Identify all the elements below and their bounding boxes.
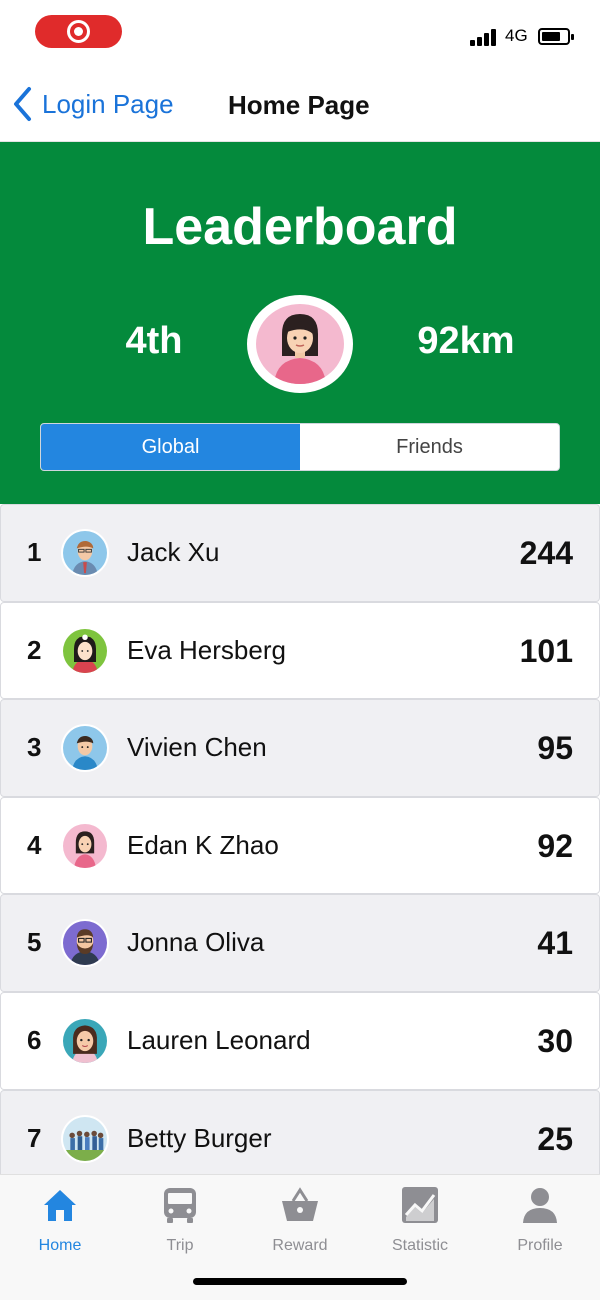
row-name: Jonna Oliva — [127, 927, 265, 958]
tab-label: Home — [38, 1237, 82, 1254]
app-screen: 4G Login Page Home Page Leaderboard 4th — [0, 0, 600, 1300]
tab-label: Trip — [166, 1237, 194, 1254]
boy-avatar-icon — [61, 724, 109, 773]
navigation-bar: Login Page Home Page — [0, 64, 600, 142]
user-avatar[interactable] — [247, 295, 353, 393]
user-rank: 4th — [125, 320, 183, 362]
row-name: Jack Xu — [127, 537, 220, 567]
tab-label: Profile — [517, 1237, 563, 1254]
row-rank: 3 — [27, 732, 42, 763]
row-rank: 1 — [27, 537, 42, 567]
row-score: 244 — [519, 535, 573, 571]
row-score: 25 — [537, 1120, 573, 1157]
tab-reward[interactable]: Reward — [240, 1185, 360, 1265]
tab-home[interactable]: Home — [0, 1185, 120, 1265]
leaderboard-row[interactable]: 2 Eva Hersberg 101 — [0, 601, 600, 700]
leaderboard-list[interactable]: 1 Jack Xu 244 2 Eva Hersberg 101 3 Vivie… — [0, 504, 600, 1174]
cartoon-woman-avatar-icon — [61, 1016, 109, 1065]
battery-icon — [538, 28, 574, 45]
row-score: 41 — [537, 925, 573, 962]
row-name: Betty Burger — [127, 1122, 272, 1153]
cellular-signal-icon — [470, 28, 498, 46]
user-distance: 92km — [417, 320, 515, 362]
woman-avatar-icon — [61, 821, 109, 870]
chart-icon — [402, 1187, 438, 1223]
tab-trip[interactable]: Trip — [120, 1185, 240, 1265]
back-label: Login Page — [42, 88, 174, 119]
girl-avatar-icon — [61, 626, 109, 675]
row-rank: 4 — [27, 829, 42, 860]
woman-avatar-icon — [256, 304, 344, 384]
group-photo-avatar-icon — [61, 1114, 109, 1163]
row-score: 30 — [537, 1022, 573, 1059]
segment-global[interactable]: Global — [41, 424, 300, 470]
tab-profile[interactable]: Profile — [480, 1185, 600, 1265]
leaderboard-row[interactable]: 1 Jack Xu 244 — [0, 504, 600, 602]
home-icon — [44, 1190, 76, 1221]
tab-label: Reward — [272, 1237, 328, 1254]
leaderboard-row[interactable]: 7 Betty Burger 25 — [0, 1089, 600, 1174]
segment-friends[interactable]: Friends — [300, 424, 559, 470]
row-score: 101 — [519, 632, 573, 669]
leaderboard-title: Leaderboard — [142, 198, 458, 256]
leaderboard-row[interactable]: 3 Vivien Chen 95 — [0, 699, 600, 797]
screen-recording-indicator[interactable] — [35, 15, 122, 48]
man-tie-avatar-icon — [61, 529, 109, 577]
row-name: Eva Hersberg — [127, 634, 286, 665]
row-rank: 2 — [27, 634, 42, 665]
network-type: 4G — [505, 26, 528, 45]
scope-segmented-control: Global Friends — [40, 423, 560, 471]
row-score: 92 — [537, 827, 573, 864]
person-icon — [523, 1188, 557, 1223]
leaderboard-row[interactable]: 4 Edan K Zhao 92 — [0, 796, 600, 895]
row-name: Edan K Zhao — [127, 829, 279, 860]
page-title: Home Page — [228, 90, 370, 120]
row-rank: 7 — [27, 1122, 42, 1153]
bus-icon — [164, 1188, 196, 1223]
record-icon — [67, 20, 90, 43]
row-rank: 6 — [27, 1024, 42, 1055]
tab-label: Statistic — [391, 1237, 448, 1254]
chevron-left-icon — [14, 87, 31, 121]
home-indicator[interactable] — [193, 1278, 407, 1285]
leaderboard-header: Leaderboard 4th 92km Global Friends — [0, 142, 600, 504]
leaderboard-row[interactable]: 6 Lauren Leonard 30 — [0, 991, 600, 1090]
back-button[interactable]: Login Page — [12, 84, 174, 124]
tab-statistic[interactable]: Statistic — [360, 1185, 480, 1265]
row-score: 95 — [537, 730, 573, 767]
row-rank: 5 — [27, 927, 42, 958]
status-bar: 4G — [0, 0, 600, 64]
row-name: Lauren Leonard — [127, 1024, 311, 1055]
bearded-man-avatar-icon — [61, 919, 109, 968]
basket-icon — [282, 1187, 318, 1221]
leaderboard-row[interactable]: 5 Jonna Oliva 41 — [0, 894, 600, 992]
row-name: Vivien Chen — [127, 732, 267, 763]
